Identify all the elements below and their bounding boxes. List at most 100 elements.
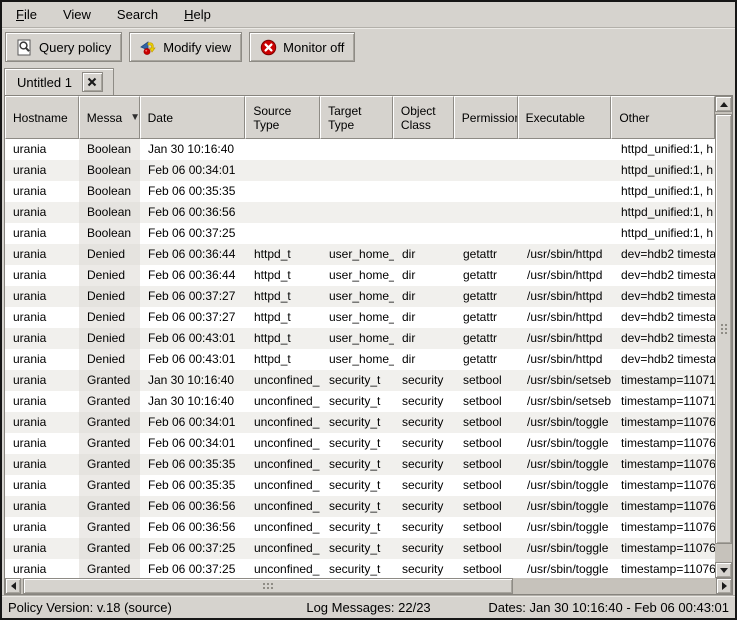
cell-target-type: security_t — [321, 517, 394, 538]
cell-hostname: urania — [5, 391, 79, 412]
table-row[interactable]: uraniaGrantedFeb 06 00:37:25unconfined_s… — [5, 559, 715, 578]
horizontal-scrollbar-thumb[interactable] — [23, 578, 513, 594]
table-row[interactable]: uraniaGrantedFeb 06 00:37:25unconfined_s… — [5, 538, 715, 559]
table-row[interactable]: uraniaDeniedFeb 06 00:37:27httpd_tuser_h… — [5, 286, 715, 307]
arrow-left-icon — [11, 582, 16, 590]
cell-source-type: httpd_t — [246, 265, 321, 286]
cell-message: Denied — [79, 328, 140, 349]
table-row[interactable]: uraniaBooleanFeb 06 00:34:01httpd_unifie… — [5, 160, 715, 181]
vertical-scrollbar-thumb[interactable] — [715, 114, 732, 544]
column-header-object-class[interactable]: Object Class — [393, 96, 454, 139]
cell-permission: setbool — [455, 391, 519, 412]
cell-object-class: security — [394, 559, 455, 578]
cell-date: Feb 06 00:34:01 — [140, 433, 246, 454]
cell-hostname: urania — [5, 454, 79, 475]
cell-date: Feb 06 00:36:56 — [140, 517, 246, 538]
scroll-left-button[interactable] — [5, 578, 21, 594]
scroll-up-button[interactable] — [715, 96, 732, 112]
cell-hostname: urania — [5, 181, 79, 202]
column-header-permission[interactable]: Permission — [454, 96, 518, 139]
column-header-source-type[interactable]: Source Type — [245, 96, 320, 139]
cell-target-type: security_t — [321, 433, 394, 454]
cell-message: Granted — [79, 412, 140, 433]
menu-item-file[interactable]: File — [6, 4, 47, 25]
cell-other: dev=hdb2 timesta — [613, 244, 715, 265]
cell-object-class: security — [394, 496, 455, 517]
cell-hostname: urania — [5, 265, 79, 286]
cell-hostname: urania — [5, 286, 79, 307]
cell-executable: /usr/sbin/httpd — [519, 328, 613, 349]
vertical-scrollbar-track[interactable] — [715, 544, 732, 562]
cell-target-type: security_t — [321, 412, 394, 433]
cell-executable: /usr/sbin/toggle — [519, 475, 613, 496]
cell-permission: setbool — [455, 475, 519, 496]
menu-item-help[interactable]: Help — [174, 4, 221, 25]
table-row[interactable]: uraniaBooleanJan 30 10:16:40httpd_unifie… — [5, 139, 715, 160]
table-row[interactable]: uraniaBooleanFeb 06 00:35:35httpd_unifie… — [5, 181, 715, 202]
cell-target-type: security_t — [321, 391, 394, 412]
cell-permission: getattr — [455, 307, 519, 328]
cell-other: httpd_unified:1, h — [613, 202, 715, 223]
scroll-down-button[interactable] — [715, 562, 732, 578]
column-header-hostname[interactable]: Hostname — [5, 96, 79, 139]
horizontal-scrollbar-track[interactable] — [513, 578, 716, 594]
tab-close-button[interactable] — [82, 72, 103, 92]
column-header-target-type[interactable]: Target Type — [320, 96, 393, 139]
table-row[interactable]: uraniaDeniedFeb 06 00:36:44httpd_tuser_h… — [5, 265, 715, 286]
table-row[interactable]: uraniaGrantedFeb 06 00:34:01unconfined_s… — [5, 412, 715, 433]
cell-other: httpd_unified:1, h — [613, 223, 715, 244]
tab-untitled-1[interactable]: Untitled 1 — [4, 68, 114, 95]
cell-object-class: security — [394, 370, 455, 391]
table-row[interactable]: uraniaDeniedFeb 06 00:37:27httpd_tuser_h… — [5, 307, 715, 328]
cell-source-type — [246, 223, 321, 244]
table-row[interactable]: uraniaGrantedFeb 06 00:35:35unconfined_s… — [5, 454, 715, 475]
cell-message: Boolean — [79, 139, 140, 160]
cell-target-type: security_t — [321, 538, 394, 559]
cell-source-type — [246, 160, 321, 181]
modify-view-button[interactable]: Modify view — [129, 32, 242, 62]
cell-object-class — [394, 202, 455, 223]
table-row[interactable]: uraniaGrantedJan 30 10:16:40unconfined_s… — [5, 391, 715, 412]
table-row[interactable]: uraniaGrantedJan 30 10:16:40unconfined_s… — [5, 370, 715, 391]
cell-other: timestamp=11071 — [613, 391, 715, 412]
cell-date: Feb 06 00:43:01 — [140, 349, 246, 370]
monitor-off-button[interactable]: Monitor off — [249, 32, 355, 62]
cell-hostname: urania — [5, 538, 79, 559]
column-header-other[interactable]: Other — [611, 96, 715, 139]
cell-source-type: httpd_t — [246, 307, 321, 328]
cell-source-type: unconfined_ — [246, 391, 321, 412]
cell-other: timestamp=11076 — [613, 412, 715, 433]
cell-permission: setbool — [455, 433, 519, 454]
horizontal-scrollbar[interactable] — [5, 578, 732, 594]
column-header-date[interactable]: Date — [140, 96, 246, 139]
cell-source-type: unconfined_ — [246, 496, 321, 517]
cell-source-type: unconfined_ — [246, 538, 321, 559]
query-policy-button[interactable]: Query policy — [5, 32, 122, 62]
cell-executable — [519, 139, 613, 160]
cell-object-class — [394, 139, 455, 160]
cell-permission: getattr — [455, 286, 519, 307]
table-row[interactable]: uraniaBooleanFeb 06 00:37:25httpd_unifie… — [5, 223, 715, 244]
cell-message: Granted — [79, 559, 140, 578]
cell-date: Feb 06 00:35:35 — [140, 454, 246, 475]
table-header-row: HostnameMessa▼DateSource TypeTarget Type… — [5, 96, 715, 139]
table-row[interactable]: uraniaGrantedFeb 06 00:36:56unconfined_s… — [5, 496, 715, 517]
cell-executable: /usr/sbin/setseb — [519, 370, 613, 391]
table-row[interactable]: uraniaBooleanFeb 06 00:36:56httpd_unifie… — [5, 202, 715, 223]
cell-target-type — [321, 160, 394, 181]
column-header-executable[interactable]: Executable — [518, 96, 612, 139]
table-row[interactable]: uraniaDeniedFeb 06 00:43:01httpd_tuser_h… — [5, 328, 715, 349]
column-header-message[interactable]: Messa▼ — [79, 96, 140, 139]
cell-hostname: urania — [5, 202, 79, 223]
menu-item-search[interactable]: Search — [107, 4, 168, 25]
table-row[interactable]: uraniaGrantedFeb 06 00:34:01unconfined_s… — [5, 433, 715, 454]
table-row[interactable]: uraniaGrantedFeb 06 00:35:35unconfined_s… — [5, 475, 715, 496]
table-row[interactable]: uraniaDeniedFeb 06 00:43:01httpd_tuser_h… — [5, 349, 715, 370]
cell-permission: getattr — [455, 328, 519, 349]
cell-object-class — [394, 181, 455, 202]
menu-item-view[interactable]: View — [53, 4, 101, 25]
table-row[interactable]: uraniaDeniedFeb 06 00:36:44httpd_tuser_h… — [5, 244, 715, 265]
scroll-right-button[interactable] — [716, 578, 732, 594]
vertical-scrollbar[interactable] — [715, 96, 732, 578]
table-row[interactable]: uraniaGrantedFeb 06 00:36:56unconfined_s… — [5, 517, 715, 538]
